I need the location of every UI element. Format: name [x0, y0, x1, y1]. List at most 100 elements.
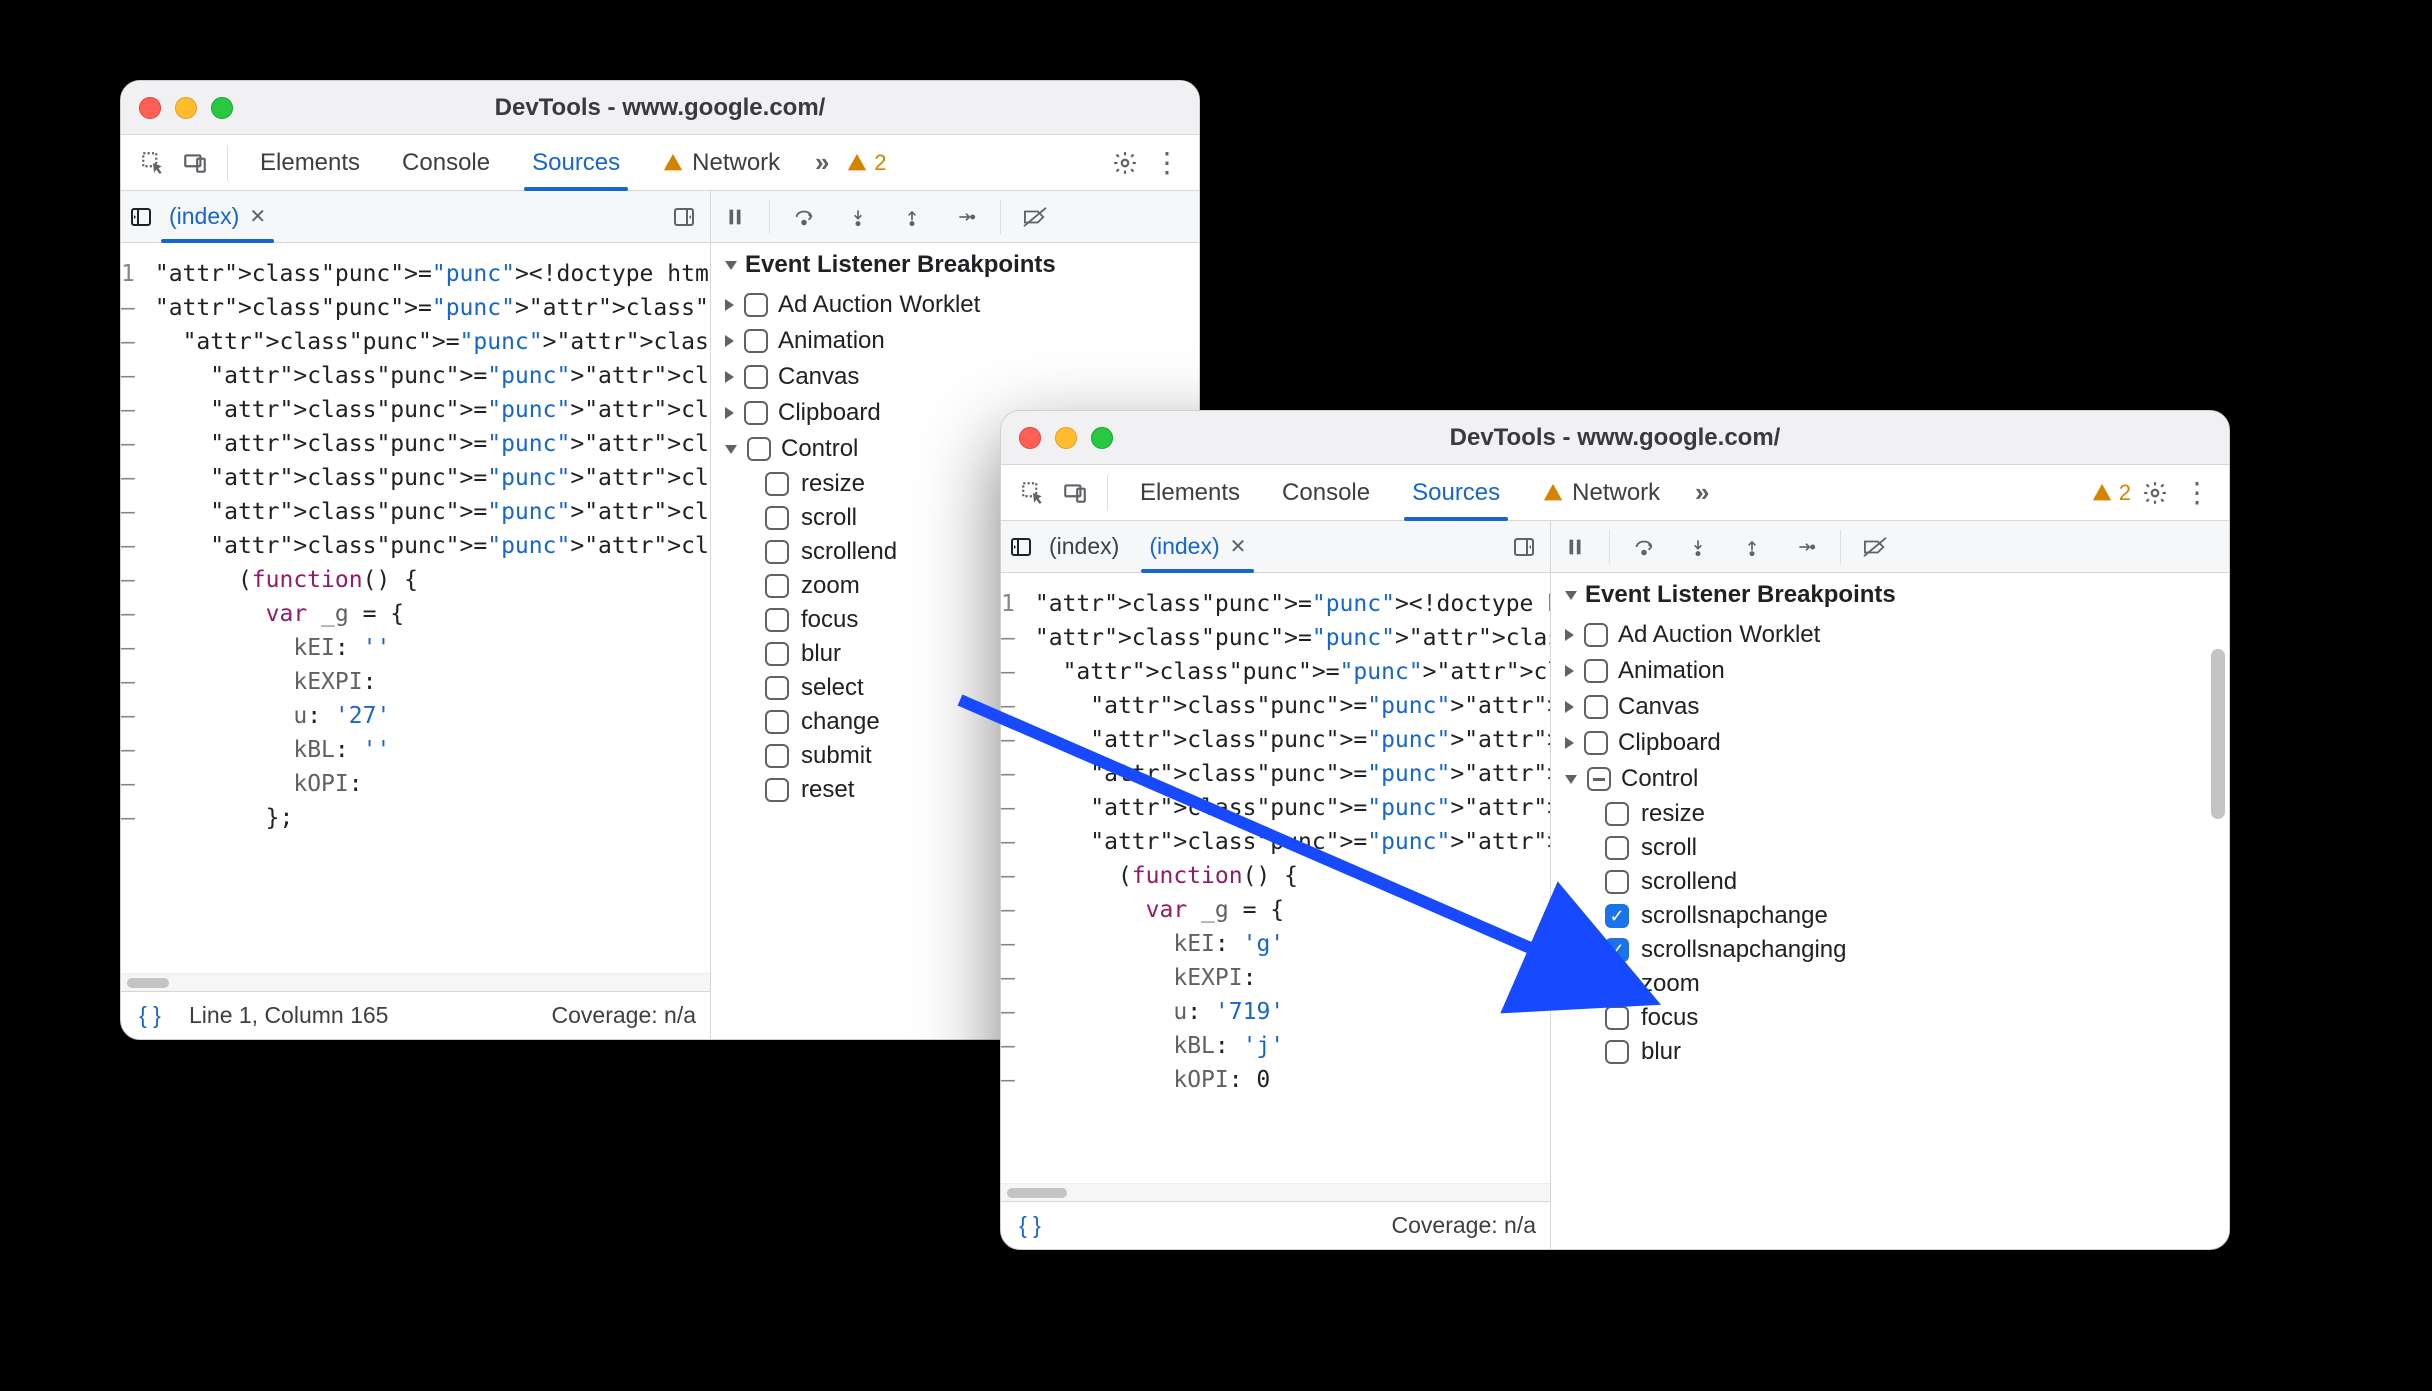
- checkbox[interactable]: [747, 437, 771, 461]
- checkbox[interactable]: [1605, 870, 1629, 894]
- breakpoints-accordion[interactable]: Event Listener BreakpointsAd Auction Wor…: [1551, 573, 2229, 1249]
- checkbox[interactable]: [1584, 659, 1608, 683]
- step-over-icon[interactable]: [780, 191, 828, 242]
- checkbox[interactable]: [1587, 767, 1611, 791]
- file-tab-index[interactable]: (index) ✕: [155, 191, 280, 242]
- close-icon[interactable]: [1019, 427, 1041, 449]
- checkbox[interactable]: [1605, 1040, 1629, 1064]
- checkbox[interactable]: [765, 676, 789, 700]
- zoom-icon[interactable]: [211, 97, 233, 119]
- close-icon[interactable]: [139, 97, 161, 119]
- checkbox[interactable]: [1605, 1006, 1629, 1030]
- step-icon[interactable]: [1782, 521, 1830, 572]
- checkbox[interactable]: [1584, 695, 1608, 719]
- kebab-icon[interactable]: ⋮: [1149, 145, 1185, 181]
- section-event-listener-breakpoints[interactable]: Event Listener Breakpoints: [1551, 573, 2229, 617]
- zoom-icon[interactable]: [1091, 427, 1113, 449]
- checkbox[interactable]: [1605, 836, 1629, 860]
- inspect-icon[interactable]: [135, 145, 171, 181]
- checkbox[interactable]: ✓: [1605, 938, 1629, 962]
- checkbox[interactable]: [765, 608, 789, 632]
- tab-elements[interactable]: Elements: [1122, 465, 1258, 520]
- titlebar[interactable]: DevTools - www.google.com/: [1001, 411, 2229, 465]
- pause-icon[interactable]: [1551, 521, 1599, 572]
- navigator-toggle-icon[interactable]: [1009, 535, 1033, 559]
- step-into-icon[interactable]: [1674, 521, 1722, 572]
- minimize-icon[interactable]: [175, 97, 197, 119]
- checkbox[interactable]: [765, 540, 789, 564]
- checkbox[interactable]: [765, 710, 789, 734]
- gear-icon[interactable]: [2137, 475, 2173, 511]
- checkbox[interactable]: [744, 293, 768, 317]
- step-into-icon[interactable]: [834, 191, 882, 242]
- checkbox[interactable]: [744, 329, 768, 353]
- step-over-icon[interactable]: [1620, 521, 1668, 572]
- section-event-listener-breakpoints[interactable]: Event Listener Breakpoints: [711, 243, 1199, 287]
- device-icon[interactable]: [1057, 475, 1093, 511]
- checkbox[interactable]: [1605, 972, 1629, 996]
- drawer-toggle-icon[interactable]: [666, 199, 702, 235]
- event-resize[interactable]: resize: [1551, 797, 2229, 831]
- category-canvas[interactable]: Canvas: [1551, 689, 2229, 725]
- file-tab-index-0[interactable]: (index): [1035, 521, 1133, 572]
- device-icon[interactable]: [177, 145, 213, 181]
- pretty-print-icon[interactable]: { }: [1015, 1212, 1045, 1239]
- checkbox[interactable]: ✓: [1605, 904, 1629, 928]
- titlebar[interactable]: DevTools - www.google.com/: [121, 81, 1199, 135]
- checkbox[interactable]: [765, 642, 789, 666]
- category-ad-auction-worklet[interactable]: Ad Auction Worklet: [711, 287, 1199, 323]
- event-scrollsnapchange[interactable]: ✓scrollsnapchange: [1551, 899, 2229, 933]
- warning-badge[interactable]: 2: [846, 150, 886, 176]
- close-icon[interactable]: ✕: [249, 204, 266, 229]
- tab-console[interactable]: Console: [1264, 465, 1388, 520]
- source-editor[interactable]: 1–––––––––––––– "attr">class"punc">="pun…: [1001, 573, 1550, 1183]
- checkbox[interactable]: [765, 574, 789, 598]
- checkbox[interactable]: [744, 401, 768, 425]
- deactivate-breakpoints-icon[interactable]: [1011, 191, 1059, 242]
- event-scrollsnapchanging[interactable]: ✓scrollsnapchanging: [1551, 933, 2229, 967]
- step-out-icon[interactable]: [1728, 521, 1776, 572]
- source-editor[interactable]: 1–––––––––––––––– "attr">class"punc">="p…: [121, 243, 710, 973]
- category-animation[interactable]: Animation: [711, 323, 1199, 359]
- vertical-scrollbar[interactable]: [2211, 649, 2225, 819]
- deactivate-breakpoints-icon[interactable]: [1851, 521, 1899, 572]
- event-scroll[interactable]: scroll: [1551, 831, 2229, 865]
- checkbox[interactable]: [1584, 731, 1608, 755]
- event-scrollend[interactable]: scrollend: [1551, 865, 2229, 899]
- tab-sources[interactable]: Sources: [1394, 465, 1518, 520]
- close-icon[interactable]: ✕: [1230, 534, 1247, 559]
- gear-icon[interactable]: [1107, 145, 1143, 181]
- checkbox[interactable]: [744, 365, 768, 389]
- category-animation[interactable]: Animation: [1551, 653, 2229, 689]
- checkbox[interactable]: [765, 506, 789, 530]
- tab-network[interactable]: Network: [1524, 465, 1678, 520]
- checkbox[interactable]: [1584, 623, 1608, 647]
- pause-icon[interactable]: [711, 191, 759, 242]
- event-blur[interactable]: blur: [1551, 1035, 2229, 1069]
- tab-console[interactable]: Console: [384, 135, 508, 190]
- checkbox[interactable]: [765, 472, 789, 496]
- pretty-print-icon[interactable]: { }: [135, 1002, 165, 1029]
- inspect-icon[interactable]: [1015, 475, 1051, 511]
- minimize-icon[interactable]: [1055, 427, 1077, 449]
- horizontal-scrollbar[interactable]: [121, 973, 710, 991]
- tab-sources[interactable]: Sources: [514, 135, 638, 190]
- checkbox[interactable]: [765, 744, 789, 768]
- category-clipboard[interactable]: Clipboard: [1551, 725, 2229, 761]
- drawer-toggle-icon[interactable]: [1506, 529, 1542, 565]
- file-tab-index-1[interactable]: (index) ✕: [1135, 521, 1260, 572]
- more-tabs-icon[interactable]: »: [804, 145, 840, 181]
- step-icon[interactable]: [942, 191, 990, 242]
- step-out-icon[interactable]: [888, 191, 936, 242]
- tab-elements[interactable]: Elements: [242, 135, 378, 190]
- tab-network[interactable]: Network: [644, 135, 798, 190]
- event-zoom[interactable]: zoom: [1551, 967, 2229, 1001]
- navigator-toggle-icon[interactable]: [129, 205, 153, 229]
- checkbox[interactable]: [1605, 802, 1629, 826]
- category-ad-auction-worklet[interactable]: Ad Auction Worklet: [1551, 617, 2229, 653]
- category-canvas[interactable]: Canvas: [711, 359, 1199, 395]
- horizontal-scrollbar[interactable]: [1001, 1183, 1550, 1201]
- event-focus[interactable]: focus: [1551, 1001, 2229, 1035]
- kebab-icon[interactable]: ⋮: [2179, 475, 2215, 511]
- category-control[interactable]: Control: [1551, 761, 2229, 797]
